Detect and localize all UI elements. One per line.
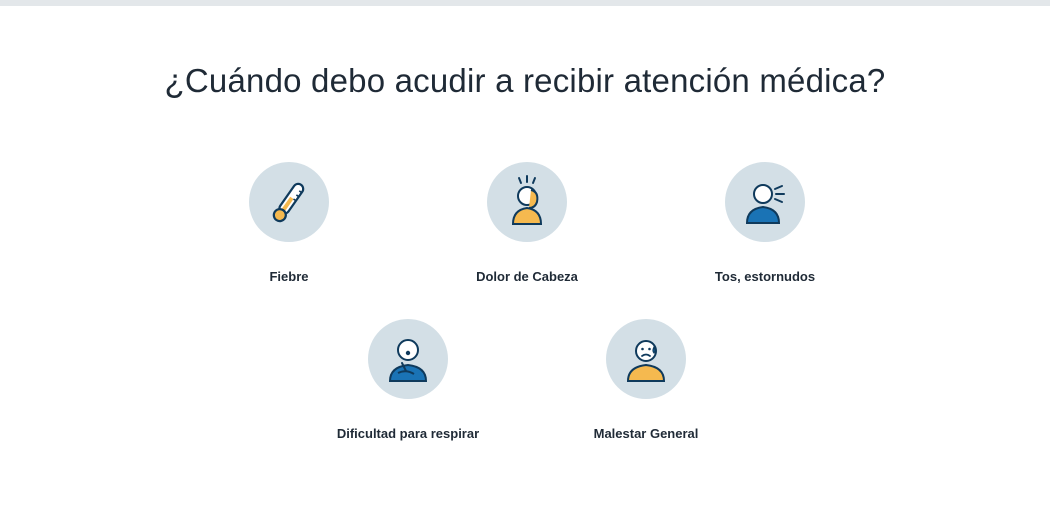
symptom-label: Tos, estornudos: [714, 269, 816, 284]
icon-circle: [368, 319, 448, 399]
symptom-tos-estornudos: Tos, estornudos: [665, 162, 865, 284]
headache-icon: [511, 175, 543, 225]
icon-circle: [249, 162, 329, 242]
symptom-dificultad-para-respirar: Dificultad para respirar: [308, 319, 508, 441]
symptom-fiebre: Fiebre: [189, 162, 389, 284]
icon-circle: [606, 319, 686, 399]
symptom-label: Dolor de Cabeza: [476, 269, 578, 284]
top-bar: [0, 0, 1050, 6]
cough-icon: [745, 184, 785, 224]
symptom-dolor-de-cabeza: Dolor de Cabeza: [427, 162, 627, 284]
thermometer-icon: [272, 182, 305, 223]
breathing-difficulty-icon: [388, 339, 428, 382]
symptom-label: Dificultad para respirar: [336, 426, 480, 441]
icon-circle: [487, 162, 567, 242]
symptom-malestar-general: Malestar General: [546, 319, 746, 441]
icon-circle: [725, 162, 805, 242]
malaise-icon: [626, 340, 666, 382]
symptom-label: Malestar General: [593, 426, 699, 441]
page-title: ¿Cuándo debo acudir a recibir atención m…: [164, 62, 886, 99]
symptom-label: Fiebre: [269, 269, 309, 284]
